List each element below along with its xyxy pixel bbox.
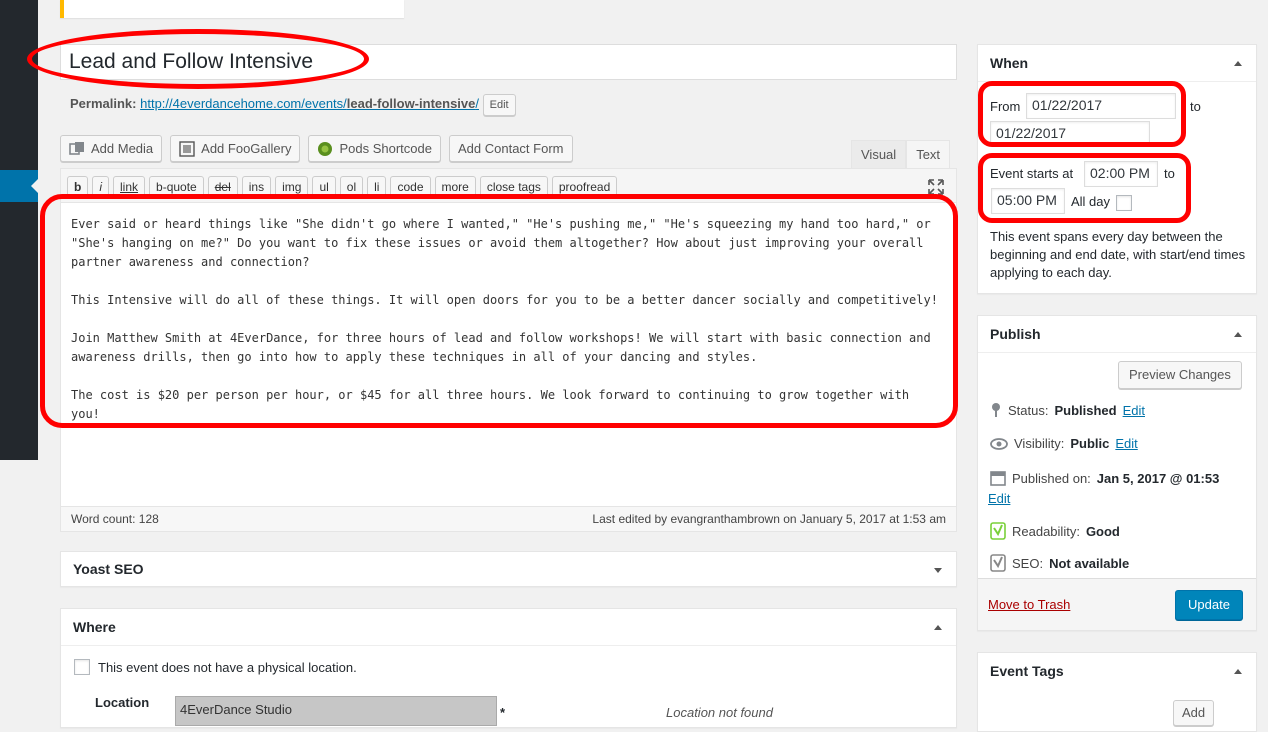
qt-ol-button[interactable]: ol xyxy=(339,176,364,198)
yoast-seo-box[interactable]: Yoast SEO xyxy=(60,551,957,587)
required-mark: * xyxy=(500,705,506,720)
event-tags-title: Event Tags xyxy=(990,663,1064,679)
post-content-textarea[interactable]: Ever said or heard things like "She didn… xyxy=(71,215,941,424)
when-title: When xyxy=(978,45,1256,82)
permalink-label: Permalink: xyxy=(70,96,137,111)
chevron-up-icon[interactable] xyxy=(1234,61,1242,66)
qt-close-tags-button[interactable]: close tags xyxy=(479,176,548,198)
qt-li-button[interactable]: li xyxy=(367,176,387,198)
to-date-label: to xyxy=(1190,99,1201,114)
editor-tabs: Visual Text xyxy=(851,140,951,168)
yoast-readability-icon xyxy=(990,522,1006,540)
time-to-label: to xyxy=(1164,166,1175,181)
chevron-up-icon[interactable] xyxy=(1234,669,1242,674)
where-title: Where xyxy=(61,609,956,646)
post-title-input[interactable]: Lead and Follow Intensive xyxy=(60,44,957,80)
readability-row: Readability: Good xyxy=(990,522,1120,540)
eye-icon xyxy=(990,437,1008,450)
yoast-title: Yoast SEO xyxy=(73,561,144,577)
qt-ul-button[interactable]: ul xyxy=(312,176,336,198)
media-icon xyxy=(69,141,84,155)
no-location-checkbox[interactable] xyxy=(74,659,90,675)
pin-icon xyxy=(992,403,1000,417)
qt-ins-button[interactable]: ins xyxy=(241,176,272,198)
tab-text[interactable]: Text xyxy=(906,140,951,168)
admin-sidebar xyxy=(0,0,38,714)
gallery-icon xyxy=(179,140,195,157)
admin-notice xyxy=(60,0,404,18)
end-time-input[interactable]: 05:00 PM xyxy=(991,188,1065,214)
media-buttons: Add Media Add FooGallery Pods Shortcode … xyxy=(60,135,573,162)
location-status: Location not found xyxy=(666,705,773,720)
qt-bold-button[interactable]: b xyxy=(67,176,89,198)
status-edit-link[interactable]: Edit xyxy=(1123,403,1145,418)
qt-italic-button[interactable]: i xyxy=(92,176,110,198)
chevron-up-icon[interactable] xyxy=(934,625,942,630)
permalink-edit-button[interactable]: Edit xyxy=(482,94,516,116)
qt-link-button[interactable]: link xyxy=(113,176,146,198)
location-label: Location xyxy=(95,695,150,710)
pods-shortcode-button[interactable]: Pods Shortcode xyxy=(308,135,441,162)
visibility-edit-link[interactable]: Edit xyxy=(1115,436,1137,451)
quicktags-buttons: b i link b-quote del ins img ul ol li co… xyxy=(67,176,618,198)
to-date-input[interactable]: 01/22/2017 xyxy=(990,121,1150,145)
tab-visual[interactable]: Visual xyxy=(851,140,907,168)
update-button[interactable]: Update xyxy=(1175,590,1243,620)
all-day-label: All day xyxy=(1071,194,1111,209)
location-input[interactable]: 4EverDance Studio xyxy=(175,696,497,726)
add-contact-form-button[interactable]: Add Contact Form xyxy=(449,135,573,162)
seo-row: SEO: Not available xyxy=(990,554,1129,572)
permalink: Permalink: http://4everdancehome.com/eve… xyxy=(70,94,516,116)
qt-code-button[interactable]: code xyxy=(390,176,431,198)
fullscreen-icon[interactable] xyxy=(928,179,944,195)
permalink-link[interactable]: http://4everdancehome.com/events/lead-fo… xyxy=(140,96,479,111)
last-edited: Last edited by evangranthambrown on Janu… xyxy=(592,512,946,526)
no-location-label: This event does not have a physical loca… xyxy=(98,659,357,675)
qt-del-button[interactable]: del xyxy=(207,176,238,198)
qt-more-button[interactable]: more xyxy=(434,176,476,198)
event-starts-label: Event starts at xyxy=(990,166,1074,181)
editor-status-bar: Word count: 128 Last edited by evangrant… xyxy=(61,506,956,531)
status-row: Status: Published Edit xyxy=(990,402,1145,418)
from-label: From xyxy=(990,99,1021,114)
pods-icon xyxy=(318,141,333,156)
published-on-row: Published on: Jan 5, 2017 @ 01:53 xyxy=(990,470,1219,486)
start-time-input[interactable]: 02:00 PM xyxy=(1084,161,1158,187)
add-tag-button[interactable]: Add xyxy=(1173,700,1215,726)
qt-bquote-button[interactable]: b-quote xyxy=(149,176,204,198)
from-date-input[interactable]: 01/22/2017 xyxy=(1026,93,1176,119)
sidebar-active-arrow xyxy=(31,179,38,193)
event-tags-box: Event Tags xyxy=(977,652,1257,732)
publish-title: Publish xyxy=(978,316,1256,353)
preview-changes-button[interactable]: Preview Changes xyxy=(1118,361,1242,389)
visibility-row: Visibility: Public Edit xyxy=(990,436,1138,451)
published-edit-link[interactable]: Edit xyxy=(988,491,1010,506)
chevron-down-icon[interactable] xyxy=(934,568,942,573)
add-media-button[interactable]: Add Media xyxy=(60,135,163,162)
calendar-icon xyxy=(990,471,1006,486)
all-day-checkbox[interactable] xyxy=(1116,195,1132,211)
when-description: This event spans every day between the b… xyxy=(990,229,1246,280)
word-count: Word count: 128 xyxy=(71,512,159,526)
qt-proofread-button[interactable]: proofread xyxy=(551,176,618,198)
move-to-trash-link[interactable]: Move to Trash xyxy=(988,597,1070,612)
yoast-seo-icon xyxy=(990,554,1006,572)
sidebar-lower xyxy=(0,460,38,714)
add-foogallery-button[interactable]: Add FooGallery xyxy=(170,135,301,162)
no-location-row: This event does not have a physical loca… xyxy=(74,659,357,675)
chevron-up-icon[interactable] xyxy=(1234,332,1242,337)
qt-img-button[interactable]: img xyxy=(275,176,309,198)
